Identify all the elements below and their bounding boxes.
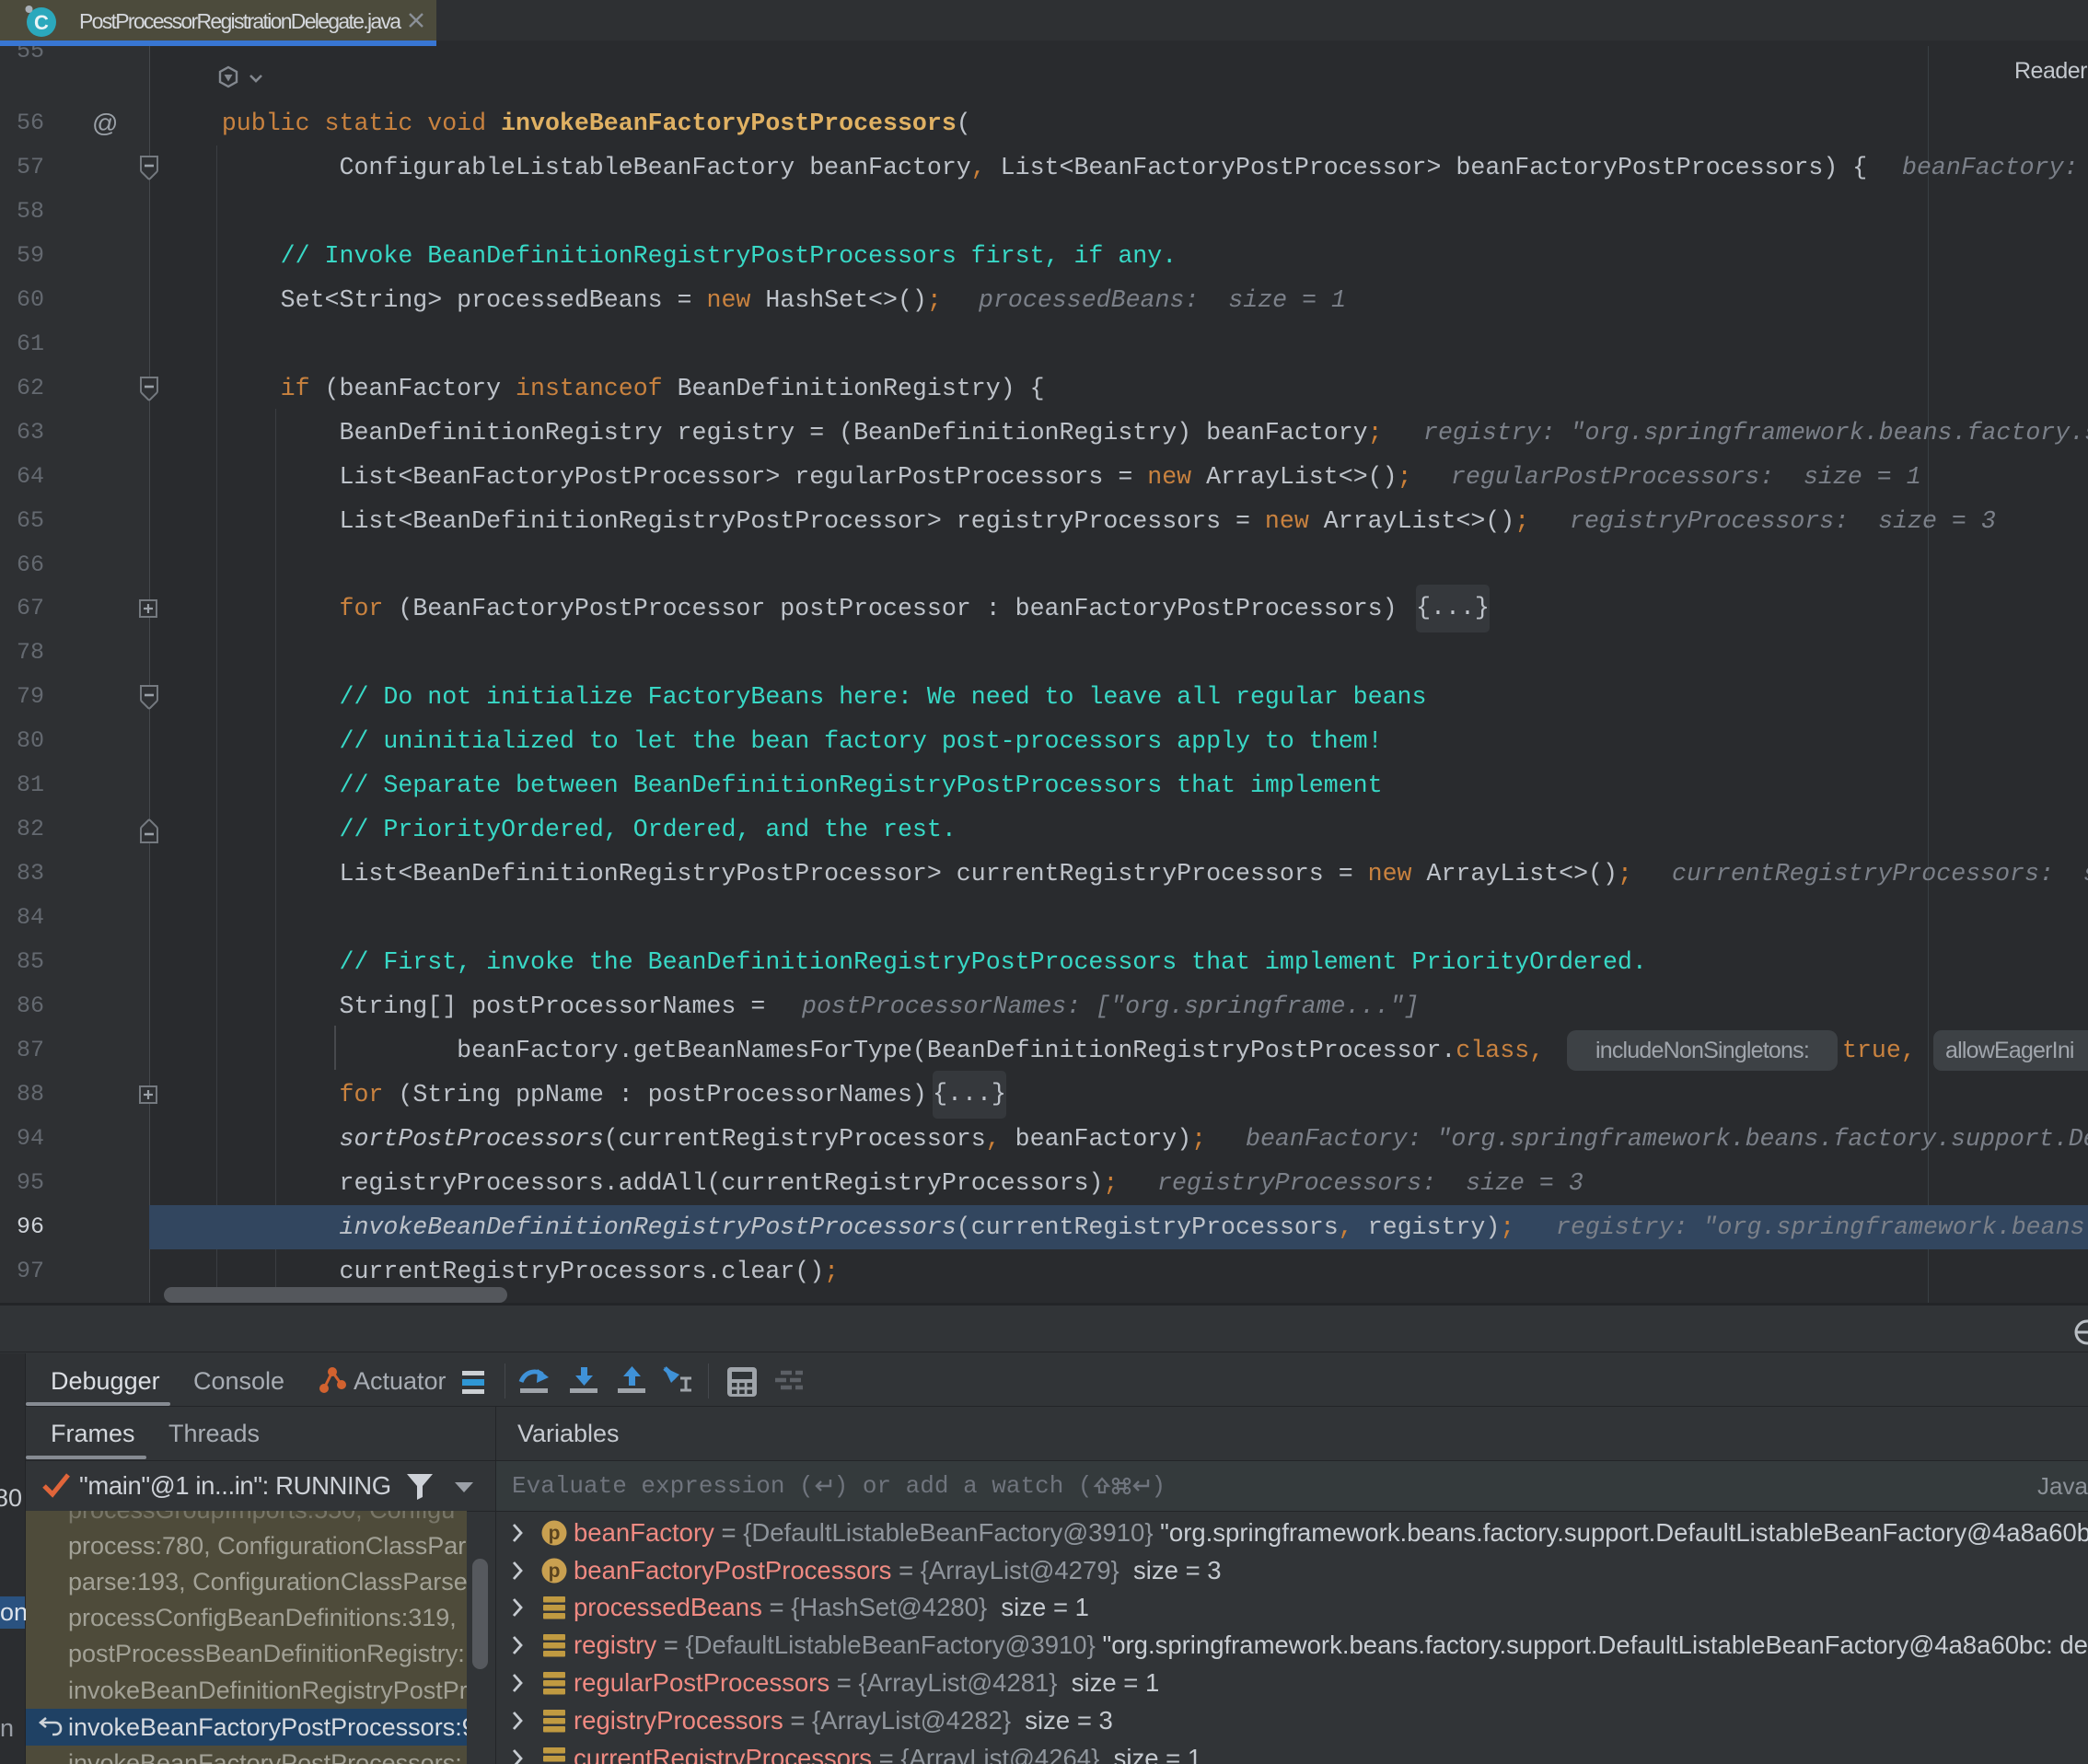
svg-text:p: p — [549, 1561, 561, 1582]
svg-text:C: C — [34, 11, 49, 34]
svg-text:p: p — [549, 1523, 561, 1544]
